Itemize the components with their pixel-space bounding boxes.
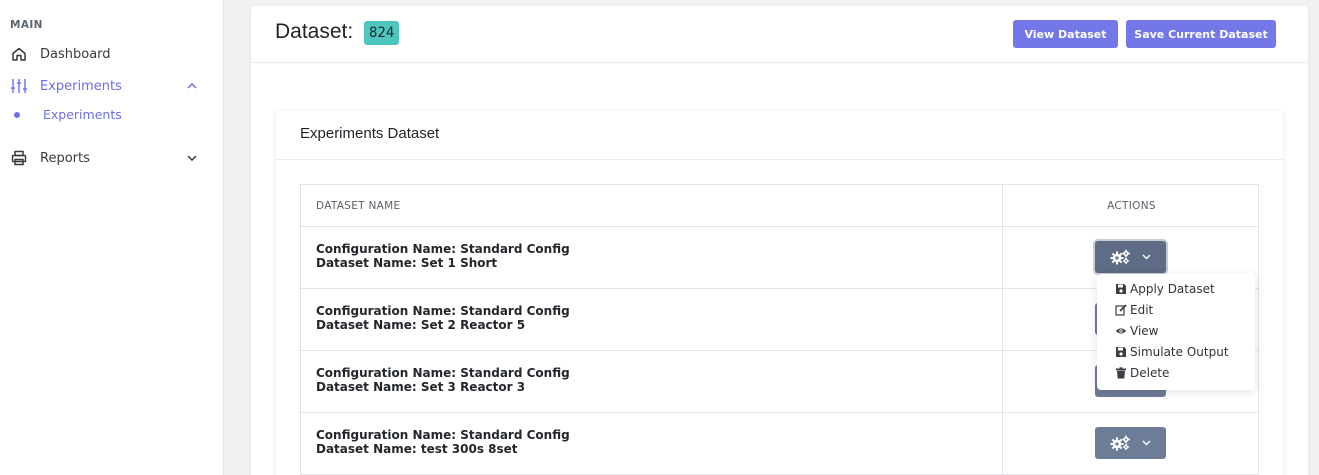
sidebar: MAIN Dashboard Experiments Experiments R… [0,0,224,475]
configuration-name: Configuration Name: Standard Config [316,242,570,256]
chevron-down-icon [186,152,198,164]
save-icon [1115,346,1127,358]
menu-item-label: Simulate Output [1130,345,1229,359]
menu-item-edit[interactable]: Edit [1115,300,1153,320]
panel-title: Experiments Dataset [300,125,440,142]
sidebar-item-label: Experiments [40,78,122,94]
main-card: Dataset: 824 View Dataset Save Current D… [251,6,1308,475]
dataset-name-cell: Configuration Name: Standard Config Data… [316,304,570,332]
sidebar-subitem-label: Experiments [43,107,122,122]
sidebar-item-label: Dashboard [40,46,111,62]
dataset-id-badge: 824 [364,21,400,45]
dataset-name: Dataset Name: test 300s 8set [316,442,518,456]
configuration-name: Configuration Name: Standard Config [316,366,570,380]
cogs-icon [1110,249,1130,265]
dataset-name-cell: Configuration Name: Standard Config Data… [316,242,570,270]
cogs-icon [1110,435,1130,451]
sidebar-item-reports[interactable]: Reports [0,145,224,171]
dataset-name: Dataset Name: Set 3 Reactor 3 [316,380,526,394]
sidebar-item-experiments[interactable]: Experiments [0,73,224,99]
eye-icon [1115,325,1127,337]
dataset-name-cell: Configuration Name: Standard Config Data… [316,366,570,394]
trash-icon [1115,367,1127,379]
save-current-dataset-button[interactable]: Save Current Dataset [1126,20,1276,48]
bullet-icon [14,112,20,118]
actions-dropdown-menu: Apply Dataset Edit View Simulate Output … [1097,274,1255,390]
menu-item-simulate-output[interactable]: Simulate Output [1115,342,1229,362]
actions-dropdown-button[interactable] [1095,427,1166,459]
page-title: Dataset: [275,20,354,43]
save-icon [1115,283,1127,295]
edit-icon [1115,304,1127,316]
printer-icon [10,149,28,167]
menu-item-delete[interactable]: Delete [1115,363,1169,383]
sidebar-section-heading: MAIN [10,19,43,31]
column-header-actions: ACTIONS [1107,200,1156,212]
configuration-name: Configuration Name: Standard Config [316,428,570,442]
dataset-name-cell: Configuration Name: Standard Config Data… [316,428,570,456]
divider [276,159,1283,160]
table-header: DATASET NAME ACTIONS [301,185,1258,227]
menu-item-label: Delete [1130,366,1170,380]
page-header: Dataset: 824 View Dataset Save Current D… [251,6,1308,63]
sidebar-subitem-experiments[interactable]: Experiments [0,104,224,126]
dataset-name: Dataset Name: Set 2 Reactor 5 [316,318,526,332]
column-header-dataset-name: DATASET NAME [316,200,401,212]
configuration-name: Configuration Name: Standard Config [316,304,570,318]
menu-item-label: Apply Dataset [1130,282,1215,296]
home-icon [10,45,28,63]
menu-item-view[interactable]: View [1115,321,1158,341]
sidebar-item-label: Reports [40,150,90,166]
table-row: Configuration Name: Standard Config Data… [301,413,1258,475]
actions-dropdown-button[interactable] [1095,241,1166,273]
menu-item-label: View [1130,324,1159,338]
dataset-name: Dataset Name: Set 1 Short [316,256,498,270]
sidebar-item-dashboard[interactable]: Dashboard [0,41,224,67]
chevron-down-icon [1142,254,1151,260]
chevron-up-icon [186,80,198,92]
menu-item-label: Edit [1130,303,1154,317]
sliders-icon [10,77,28,95]
menu-item-apply-dataset[interactable]: Apply Dataset [1115,279,1215,299]
view-dataset-button[interactable]: View Dataset [1013,20,1118,48]
chevron-down-icon [1142,440,1151,446]
